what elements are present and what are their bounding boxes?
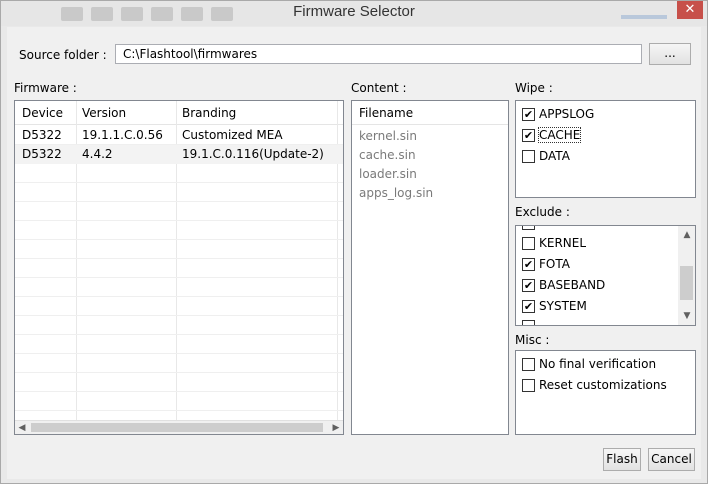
- source-folder-label: Source folder :: [19, 48, 107, 62]
- checkbox-checked-icon[interactable]: ✔: [522, 279, 535, 292]
- content-file: cache.sin: [359, 148, 416, 162]
- content-list-header: Filename: [352, 101, 508, 125]
- cancel-button[interactable]: Cancel: [648, 448, 695, 471]
- flash-button[interactable]: Flash: [603, 448, 641, 471]
- checkbox-checked-icon[interactable]: ✔: [522, 129, 535, 142]
- dialog-body: Source folder : C:\Flashtool\firmwares .…: [7, 27, 701, 479]
- exclude-option-label: BASEBAND: [539, 278, 606, 292]
- firmware-row[interactable]: D5322 19.1.1.C.0.56 Customized MEA: [15, 126, 343, 145]
- firmware-table-header: Device Version Branding: [15, 101, 343, 125]
- checkbox-unchecked-icon[interactable]: [522, 358, 535, 371]
- content-file: apps_log.sin: [359, 186, 434, 200]
- exclude-vertical-scrollbar[interactable]: ▲ ▼: [678, 226, 695, 325]
- misc-option-label: Reset customizations: [539, 378, 667, 392]
- scrollbar-thumb[interactable]: [31, 423, 323, 432]
- scroll-down-icon[interactable]: ▼: [680, 309, 694, 323]
- checkbox-checked-icon[interactable]: ✔: [522, 108, 535, 121]
- exclude-option-label: SYSTEM: [539, 299, 587, 313]
- content-file: loader.sin: [359, 167, 417, 181]
- scrollbar-thumb[interactable]: [680, 266, 693, 300]
- checkbox-unchecked-icon[interactable]: [522, 237, 535, 250]
- firmware-device: D5322: [22, 128, 62, 142]
- wipe-option-label: APPSLOG: [539, 107, 595, 121]
- misc-panel: No final verification Reset customizatio…: [515, 350, 696, 435]
- firmware-branding: Customized MEA: [182, 128, 283, 142]
- firmware-label: Firmware :: [14, 81, 77, 95]
- partially-visible-checkbox[interactable]: [522, 320, 535, 325]
- column-header-branding[interactable]: Branding: [182, 106, 236, 120]
- exclude-panel: KERNEL ✔ FOTA ✔ BASEBAND ✔ SYSTEM ▲ ▼: [515, 225, 696, 326]
- misc-label: Misc :: [515, 333, 550, 347]
- column-header-device[interactable]: Device: [22, 106, 63, 120]
- exclude-option-label: FOTA: [539, 257, 570, 271]
- content-list: Filename kernel.sin cache.sin loader.sin…: [351, 100, 509, 435]
- firmware-device: D5322: [22, 147, 62, 161]
- wipe-option-label: DATA: [539, 149, 570, 163]
- firmware-table: Device Version Branding D5322 19.1.1.C.0…: [14, 100, 344, 435]
- partially-visible-checkbox[interactable]: [522, 226, 535, 230]
- firmware-horizontal-scrollbar[interactable]: ◀ ▶: [15, 420, 343, 434]
- wipe-panel: ✔ APPSLOG ✔ CACHE DATA: [515, 100, 696, 198]
- misc-option-label: No final verification: [539, 357, 657, 371]
- firmware-row-selected[interactable]: D5322 4.4.2 19.1.C.0.116(Update-2): [15, 145, 343, 164]
- close-button[interactable]: ✕: [677, 1, 703, 19]
- exclude-label: Exclude :: [515, 205, 570, 219]
- column-header-filename[interactable]: Filename: [359, 106, 413, 120]
- scroll-up-icon[interactable]: ▲: [680, 228, 694, 242]
- wipe-label: Wipe :: [515, 81, 553, 95]
- firmware-branding: 19.1.C.0.116(Update-2): [182, 147, 324, 161]
- column-header-version[interactable]: Version: [82, 106, 126, 120]
- exclude-option-label: KERNEL: [539, 236, 587, 250]
- firmware-version: 19.1.1.C.0.56: [82, 128, 163, 142]
- wipe-option-label: CACHE: [537, 127, 582, 143]
- window-title: Firmware Selector: [293, 3, 415, 20]
- content-file: kernel.sin: [359, 129, 417, 143]
- source-folder-field[interactable]: C:\Flashtool\firmwares: [115, 44, 642, 64]
- firmware-version: 4.4.2: [82, 147, 113, 161]
- checkbox-checked-icon[interactable]: ✔: [522, 258, 535, 271]
- browse-button[interactable]: ...: [649, 43, 691, 65]
- content-label: Content :: [351, 81, 407, 95]
- checkbox-unchecked-icon[interactable]: [522, 379, 535, 392]
- scroll-left-icon[interactable]: ◀: [15, 421, 29, 434]
- checkbox-checked-icon[interactable]: ✔: [522, 300, 535, 313]
- background-link-ghost: [621, 15, 667, 19]
- title-bar: Firmware Selector ✕: [1, 1, 707, 26]
- scroll-right-icon[interactable]: ▶: [329, 421, 343, 434]
- firmware-selector-window: Firmware Selector ✕ Source folder : C:\F…: [0, 0, 708, 484]
- source-folder-path: C:\Flashtool\firmwares: [123, 47, 258, 61]
- checkbox-unchecked-icon[interactable]: [522, 150, 535, 163]
